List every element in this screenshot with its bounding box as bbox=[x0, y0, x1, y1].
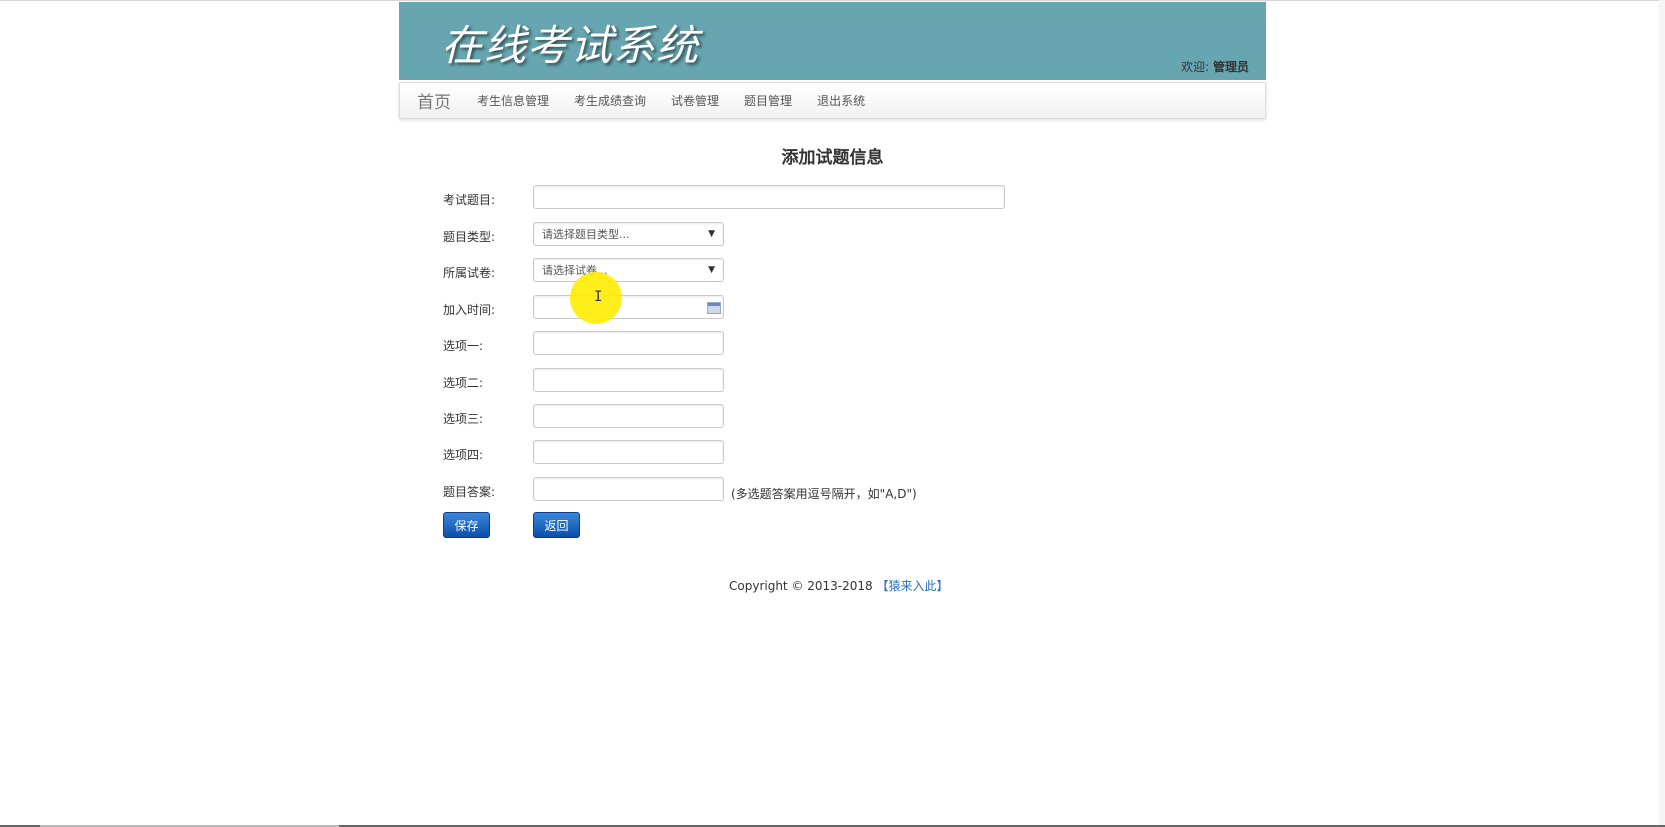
user-name: 管理员 bbox=[1212, 60, 1249, 74]
option2-input[interactable] bbox=[533, 368, 724, 392]
chevron-down-icon: ▼ bbox=[708, 229, 715, 239]
text-cursor-icon: I bbox=[594, 289, 603, 305]
option4-label: 选项四: bbox=[443, 448, 484, 462]
option1-label: 选项一: bbox=[443, 339, 484, 353]
site-logo: 在线考试系统 bbox=[441, 21, 700, 70]
option3-label: 选项三: bbox=[443, 412, 484, 426]
page-title: 添加试题信息 bbox=[781, 148, 884, 168]
nav-item-question-manage[interactable]: 题目管理 bbox=[744, 92, 792, 109]
answer-label: 题目答案: bbox=[443, 485, 496, 499]
footer: Copyright © 2013-2018 【猿来入此】 bbox=[729, 577, 949, 594]
nav-item-logout[interactable]: 退出系统 bbox=[817, 92, 865, 109]
nav-item-score-query[interactable]: 考生成绩查询 bbox=[574, 92, 646, 109]
option3-input[interactable] bbox=[533, 404, 724, 428]
nav-item-student-info[interactable]: 考生信息管理 bbox=[477, 92, 549, 109]
paper-label: 所属试卷: bbox=[443, 266, 496, 280]
scrollbar-track[interactable] bbox=[1659, 0, 1665, 827]
save-button[interactable]: 保存 bbox=[443, 512, 490, 538]
type-label: 题目类型: bbox=[443, 230, 496, 244]
site-header: 在线考试系统 欢迎: 管理员 bbox=[399, 2, 1266, 80]
type-select-value: 请选择题目类型... bbox=[542, 228, 630, 241]
page-container: 在线考试系统 欢迎: 管理员 首页 考生信息管理 考生成绩查询 试卷管理 题目管… bbox=[399, 2, 1266, 119]
nav-item-paper-manage[interactable]: 试卷管理 bbox=[671, 92, 719, 109]
top-border bbox=[0, 0, 1665, 1]
chevron-down-icon: ▼ bbox=[708, 265, 715, 275]
question-input[interactable] bbox=[533, 185, 1005, 209]
answer-input[interactable] bbox=[533, 477, 724, 501]
type-select[interactable]: 请选择题目类型... ▼ bbox=[533, 222, 724, 246]
calendar-icon[interactable] bbox=[707, 302, 721, 314]
back-button[interactable]: 返回 bbox=[533, 512, 580, 538]
footer-link[interactable]: 【猿来入此】 bbox=[877, 579, 949, 593]
paper-select[interactable]: 请选择试卷... ▼ bbox=[533, 258, 724, 282]
welcome-text: 欢迎: 管理员 bbox=[1181, 58, 1249, 75]
nav-home[interactable]: 首页 bbox=[417, 88, 451, 113]
nav-bar: 首页 考生信息管理 考生成绩查询 试卷管理 题目管理 退出系统 bbox=[399, 82, 1266, 119]
option2-label: 选项二: bbox=[443, 376, 484, 390]
welcome-prefix: 欢迎: bbox=[1181, 60, 1210, 74]
answer-hint: (多选题答案用逗号隔开，如"A,D") bbox=[731, 487, 917, 501]
copyright-text: Copyright © 2013-2018 bbox=[729, 579, 877, 593]
option1-input[interactable] bbox=[533, 331, 724, 355]
question-label: 考试题目: bbox=[443, 193, 496, 207]
join-time-label: 加入时间: bbox=[443, 303, 496, 317]
join-time-input[interactable] bbox=[533, 295, 724, 319]
option4-input[interactable] bbox=[533, 440, 724, 464]
